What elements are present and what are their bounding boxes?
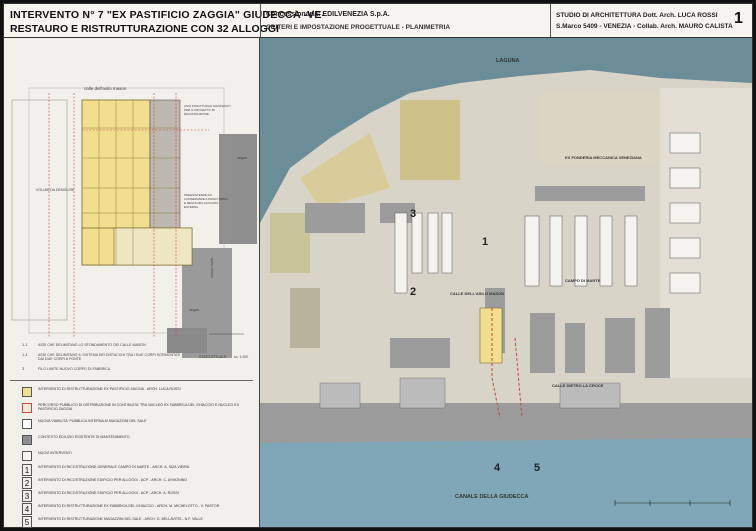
side-label-b: negozi (189, 308, 200, 312)
studio-address: S.Marco 5409 - VENEZIA - Collab. Arch. M… (556, 23, 733, 30)
divider (10, 380, 253, 381)
side-label-a: negozi (237, 156, 248, 160)
marker-4: 4 (494, 462, 501, 474)
criteri: CRITERI E IMPOSTAZIONE PROGETTUALE - PLA… (266, 24, 451, 31)
label-fonderia: EX FONDERIA MECCANICA VENEZIANA (565, 155, 642, 160)
marker-2: 2 (410, 286, 417, 298)
label-campo: campo marte (210, 257, 214, 278)
label-campo-marte: CAMPO DI MARTE (565, 278, 601, 283)
legend-swatch (22, 419, 32, 429)
label-calle-asilo: CALLE DELL'ASILO MASON (450, 291, 505, 296)
label-strutturali: ASSI STRUTTURALI MANTENUTI PER IL PROGET… (184, 104, 231, 116)
marker-5: 5 (534, 462, 541, 474)
intervention-item: 3 INTERVENTO DI RICOSTRUZIONE EDIFICIO P… (22, 490, 247, 503)
legend-item: CONTESTO EDILIZIO ESISTENTE DI MANTENIME… (22, 434, 247, 447)
label-calle-croce: CALLE DIETRO LA CROCE (552, 383, 604, 388)
legend-swatch (22, 451, 32, 461)
drawing-sheet: INTERVENTO N° 7 "EX PASTIFICIO ZAGGIA" G… (3, 3, 753, 528)
legend-swatch (22, 435, 32, 445)
label-canale: CANALE DELLA GIUDECCA (455, 494, 529, 500)
left-panel: calle dell'asilo mason VOLUMI DA DEMOLIR… (4, 38, 260, 529)
site-map: LAGUNA EX FONDERIA MECCANICA VENEZIANA C… (260, 38, 752, 527)
divider (260, 4, 261, 37)
legend-swatch (22, 403, 32, 413)
divider (550, 4, 551, 37)
legend-item: NUOVA VIABILITA' PUBBLICA INTERNA AI MAG… (22, 418, 247, 431)
street-top: calle dell'asilo mason (84, 86, 127, 91)
note-row: 3 FILO LIMITE NUOVO CORPO DI FABBRICA (22, 366, 111, 372)
legend-swatch (22, 387, 32, 397)
marker-3: 3 (410, 208, 417, 220)
intervention-item: 2 INTERVENTO DI RICOSTRUZIONE EDIFICIO P… (22, 477, 247, 490)
label-laguna: LAGUNA (496, 58, 520, 64)
intervention-item: 1 INTERVENTO DI RICOSTRUZIONE GENERALE C… (22, 464, 247, 477)
note-row: 1-1 ASSI CHE DELIMITANO IL SISTEMA DEI D… (22, 352, 181, 362)
sheet-number: 1 (734, 10, 743, 27)
intervention-item: 5 INTERVENTO DI RISTRUTTURAZIONE MAGAZZI… (22, 516, 247, 529)
concessionaria: Concessionaria: EDILVENEZIA S.p.A. (266, 11, 390, 18)
legend-item: INTERVENTO DI RISTRUTTURAZIONE EX PASTIF… (22, 386, 247, 399)
marker-1: 1 (482, 236, 489, 248)
map-drawing (260, 70, 752, 527)
label-demolire: VOLUMI DA DEMOLIRE (36, 188, 75, 192)
studio-name: STUDIO DI ARCHITETTURA Dott. Arch. LUCA … (556, 12, 718, 19)
legend-item: PERCORSO PUBBLICO DI DISTRIBUZIONE IN CO… (22, 402, 247, 415)
label-conservare: PREESISTENZE DA CONSERVARE A PIANO TERRA… (184, 193, 229, 209)
title-block: INTERVENTO N° 7 "EX PASTIFICIO ZAGGIA" G… (4, 4, 752, 38)
project-subtitle: RESTAURO E RISTRUTTURAZIONE CON 32 ALLOG… (10, 23, 279, 35)
legend-item: NUOVI INTERVENTI (22, 450, 247, 463)
intervention-item: 4 INTERVENTO DI RISTRUTTURAZIONE EX FABB… (22, 503, 247, 516)
